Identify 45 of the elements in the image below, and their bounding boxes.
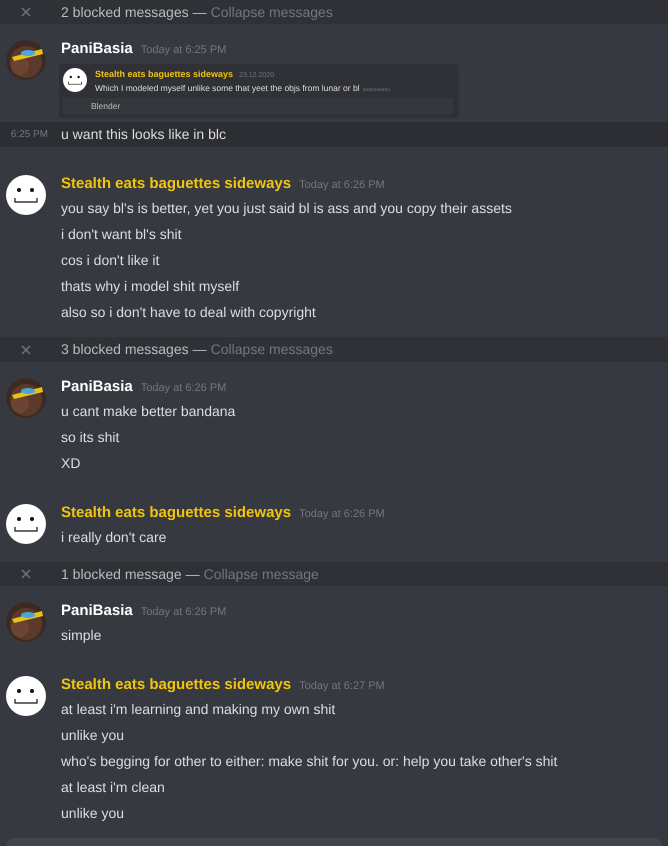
close-icon[interactable] [20,7,30,18]
message-timestamp: Today at 6:25 PM [140,43,226,58]
username[interactable]: PaniBasia [61,38,133,61]
message-timestamp: Today at 6:26 PM [299,178,385,194]
message-text: thats why i model shit myself [61,277,240,296]
smiley-avatar-icon [63,68,87,92]
close-icon[interactable] [20,344,30,355]
blocked-count: 3 blocked messages [61,340,189,360]
message-text: u want this looks like in blc [61,125,226,144]
message-text: i really don't care [61,528,168,547]
message-text: u cant make better bandana [61,402,236,421]
message-time: 6:25 PM [10,128,49,142]
username[interactable]: Stealth eats baguettes sideways [61,502,292,524]
message-text: at least i'm learning and making my own shit [61,700,336,720]
close-icon[interactable] [20,569,30,580]
username[interactable]: PaniBasia [61,600,133,623]
message-text: XD [61,454,82,473]
username[interactable]: Stealth eats baguettes sideways [61,173,292,196]
blocked-count: 2 blocked messages [61,2,189,22]
smiley-avatar-icon [6,676,46,716]
message-timestamp: Today at 6:27 PM [299,679,385,694]
embed-author: Stealth eats baguettes sideways [95,68,234,82]
smiley-avatar-icon [6,175,46,216]
message-timestamp: Today at 6:26 PM [140,380,226,396]
message-text: simple [61,626,102,646]
message-text: cos i don't like it [61,251,160,270]
message-timestamp: Today at 6:26 PM [299,506,385,522]
username[interactable]: PaniBasia [61,376,133,398]
message-timestamp: Today at 6:26 PM [140,605,226,620]
message-text: you say bl's is better, yet you just said bl is ass and you copy their assets [61,199,512,218]
message-text: i don't want bl's shit [61,225,183,244]
separator: — [192,2,207,22]
message-text: so its shit [61,428,120,447]
separator: — [186,564,200,584]
message-text: unlike you [61,726,126,746]
blocked-count: 1 blocked message [61,564,182,584]
embed-footer: Blender [63,98,453,114]
message-text: at least i'm clean [61,778,166,798]
separator: — [192,340,207,360]
message-text: unlike you [61,804,126,824]
embed-text: Which I modeled myself unlike some that yeet the objs from lunar or bl [95,82,360,95]
smiley-avatar-icon [6,504,46,544]
username[interactable]: Stealth eats baguettes sideways [61,674,292,697]
message-text: who's begging for other to either: make shit for you. or: help you take other's shit [61,752,558,772]
message-text: also so i don't have to deal with copyright [61,303,317,322]
